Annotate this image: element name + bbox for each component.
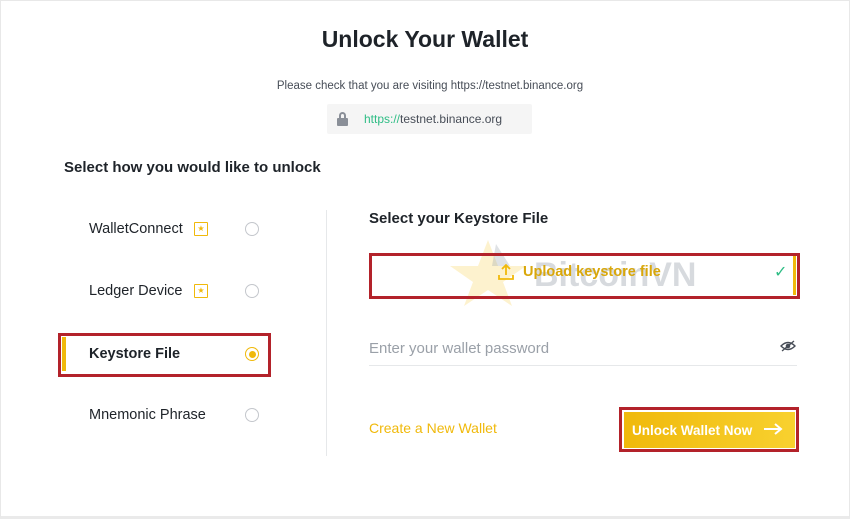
- option-label: Ledger Device: [89, 283, 183, 299]
- option-label: WalletConnect: [89, 221, 183, 237]
- highlight-keystore-option: [58, 333, 271, 377]
- column-divider: [326, 210, 327, 456]
- unlock-method-heading: Select how you would like to unlock: [64, 159, 321, 176]
- option-ledger-device[interactable]: Ledger Device ★: [60, 270, 270, 312]
- create-new-wallet-link[interactable]: Create a New Wallet: [369, 420, 497, 436]
- phishing-notice: Please check that you are visiting https…: [276, 80, 584, 92]
- option-walletconnect[interactable]: WalletConnect ★: [60, 208, 270, 250]
- wallet-password-input[interactable]: [369, 332, 797, 366]
- page-title: Unlock Your Wallet: [321, 26, 529, 52]
- eye-icon[interactable]: [780, 340, 796, 352]
- award-badge-icon: ★: [194, 222, 208, 236]
- radio-mnemonic-phrase[interactable]: [245, 408, 259, 422]
- url-bar: https://testnet.binance.org: [327, 104, 532, 134]
- option-mnemonic-phrase[interactable]: Mnemonic Phrase: [60, 394, 270, 436]
- radio-ledger-device[interactable]: [245, 284, 259, 298]
- highlight-unlock-button: [619, 407, 799, 452]
- url-protocol: https://: [364, 112, 401, 126]
- highlight-upload-field: [369, 253, 800, 299]
- keystore-section-title: Select your Keystore File: [369, 210, 549, 227]
- lock-icon: [337, 112, 348, 126]
- radio-walletconnect[interactable]: [245, 222, 259, 236]
- url-domain: testnet.binance.org: [400, 112, 503, 126]
- option-label: Mnemonic Phrase: [89, 407, 206, 423]
- award-badge-icon: ★: [194, 284, 208, 298]
